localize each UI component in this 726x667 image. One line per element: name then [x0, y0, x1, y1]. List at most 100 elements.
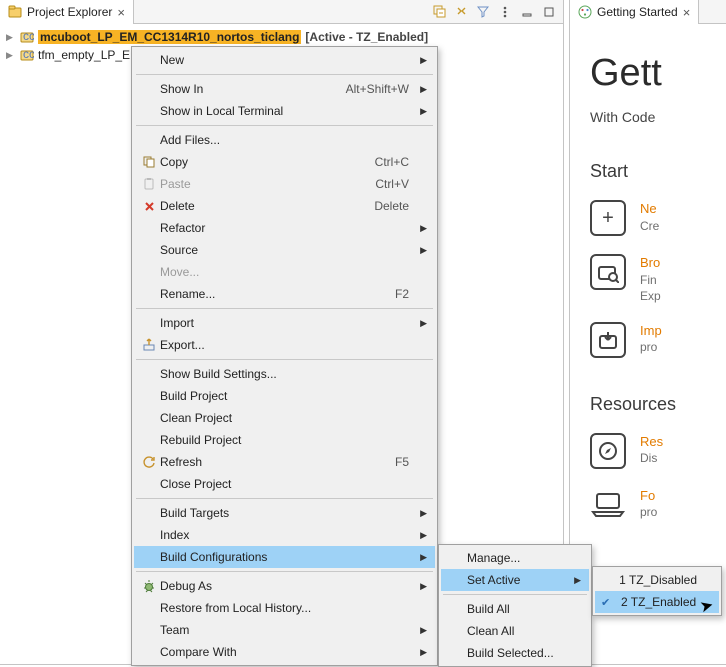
- menu-separator: [136, 74, 433, 75]
- menu-item-2-tz-enabled[interactable]: 2 TZ_Enabled: [595, 591, 719, 613]
- ccs-project-icon: ccs: [20, 48, 34, 62]
- menu-item-label: Move...: [160, 265, 413, 279]
- project-explorer-tab[interactable]: Project Explorer ×: [0, 0, 134, 24]
- explorer-tabbar: Project Explorer ×: [0, 0, 563, 24]
- menu-item-restore-from-local-history[interactable]: Restore from Local History...: [134, 597, 435, 619]
- menu-item-close-project[interactable]: Close Project: [134, 473, 435, 495]
- chevron-right-icon[interactable]: ▶: [6, 32, 16, 43]
- delete-icon: [138, 200, 160, 213]
- browse-icon: [590, 254, 626, 290]
- gs-tabbar: Getting Started ×: [570, 0, 726, 24]
- submenu-arrow-icon: ▶: [420, 552, 427, 563]
- close-icon[interactable]: ×: [683, 5, 691, 20]
- submenu-arrow-icon: ▶: [420, 508, 427, 519]
- menu-item-label: Compare With: [160, 645, 413, 659]
- menu-item-label: Close Project: [160, 477, 413, 491]
- debug-icon: [138, 579, 160, 593]
- menu-item-set-active[interactable]: Set Active▶: [441, 569, 589, 591]
- menu-item-rebuild-project[interactable]: Rebuild Project: [134, 429, 435, 451]
- menu-item-build-selected[interactable]: Build Selected...: [441, 642, 589, 664]
- menu-item-accelerator: Ctrl+C: [375, 155, 413, 169]
- menu-item-label: Index: [160, 528, 413, 542]
- menu-separator: [136, 571, 433, 572]
- menu-item-export[interactable]: Export...: [134, 334, 435, 356]
- resource-item-explorer[interactable]: Res Dis: [590, 433, 726, 469]
- menu-item-label: Delete: [160, 199, 374, 213]
- project-label: mcuboot_LP_EM_CC1314R10_nortos_ticlang: [38, 30, 301, 44]
- menu-item-show-in-local-terminal[interactable]: Show in Local Terminal ▶: [134, 100, 435, 122]
- submenu-arrow-icon: ▶: [420, 318, 427, 329]
- submenu-arrow-icon: ▶: [420, 625, 427, 636]
- menu-item-build-project[interactable]: Build Project: [134, 385, 435, 407]
- gs-body: Gett With Code Start + Ne Cre Bro Fin Ex…: [570, 24, 726, 523]
- chevron-right-icon[interactable]: ▶: [6, 50, 16, 61]
- menu-item-refresh[interactable]: RefreshF5: [134, 451, 435, 473]
- start-item-new[interactable]: + Ne Cre: [590, 200, 726, 236]
- menu-item-new[interactable]: New ▶: [134, 49, 435, 71]
- menu-item-import[interactable]: Import▶: [134, 312, 435, 334]
- menu-item-show-build-settings[interactable]: Show Build Settings...: [134, 363, 435, 385]
- menu-item-paste: PasteCtrl+V: [134, 173, 435, 195]
- ccs-project-icon: ccs: [20, 30, 34, 44]
- menu-item-label: Show in Local Terminal: [160, 104, 413, 118]
- project-annotation: [Active - TZ_Enabled]: [305, 30, 428, 44]
- import-icon: [590, 322, 626, 358]
- start-item-import[interactable]: Imp pro: [590, 322, 726, 358]
- menu-item-label: Show In: [160, 82, 346, 96]
- filter-icon[interactable]: [475, 4, 491, 20]
- menu-item-delete[interactable]: DeleteDelete: [134, 195, 435, 217]
- submenu-arrow-icon: ▶: [420, 223, 427, 234]
- menu-item-show-in[interactable]: Show InAlt+Shift+W▶: [134, 78, 435, 100]
- menu-item-label: Build Selected...: [467, 646, 567, 660]
- resource-item-forum[interactable]: Fo pro: [590, 487, 726, 523]
- context-menu: New▶Show InAlt+Shift+W▶Show in Local Ter…: [131, 46, 438, 666]
- menu-item-label: Build Project: [160, 389, 413, 403]
- item-desc: Cre: [640, 218, 659, 234]
- submenu-arrow-icon: ▶: [420, 647, 427, 658]
- export-icon: [138, 338, 160, 352]
- link-editor-icon[interactable]: [453, 4, 469, 20]
- menu-item-copy[interactable]: CopyCtrl+C: [134, 151, 435, 173]
- menu-item-team[interactable]: Team▶: [134, 619, 435, 641]
- menu-item-refactor[interactable]: Refactor▶: [134, 217, 435, 239]
- menu-item-build-targets[interactable]: Build Targets▶: [134, 502, 435, 524]
- getting-started-icon: [578, 5, 592, 19]
- start-item-browse[interactable]: Bro Fin Exp: [590, 254, 726, 304]
- menu-item-1-tz-disabled[interactable]: 1 TZ_Disabled: [595, 569, 719, 591]
- menu-separator: [443, 594, 587, 595]
- item-desc: pro: [640, 339, 662, 355]
- getting-started-tab[interactable]: Getting Started ×: [570, 0, 699, 24]
- menu-item-label: Refresh: [160, 455, 395, 469]
- collapse-all-icon[interactable]: [431, 4, 447, 20]
- menu-item-clean-all[interactable]: Clean All: [441, 620, 589, 642]
- menu-item-label: 2 TZ_Enabled: [621, 595, 697, 609]
- start-heading: Start: [590, 161, 726, 182]
- submenu-arrow-icon: ▶: [420, 106, 427, 117]
- page-subtitle: With Code: [590, 109, 726, 125]
- menu-item-clean-project[interactable]: Clean Project: [134, 407, 435, 429]
- minimize-icon[interactable]: [519, 4, 535, 20]
- menu-item-build-all[interactable]: Build All: [441, 598, 589, 620]
- close-icon[interactable]: ×: [117, 5, 125, 20]
- menu-item-rename[interactable]: Rename...F2: [134, 283, 435, 305]
- menu-item-label: Rebuild Project: [160, 433, 413, 447]
- menu-item-label: New: [160, 53, 413, 67]
- menu-separator: [136, 125, 433, 126]
- menu-item-manage[interactable]: Manage...: [441, 547, 589, 569]
- resources-heading: Resources: [590, 394, 726, 415]
- menu-item-source[interactable]: Source▶: [134, 239, 435, 261]
- menu-item-build-configurations[interactable]: Build Configurations▶: [134, 546, 435, 568]
- project-row-active[interactable]: ▶ ccs mcuboot_LP_EM_CC1314R10_nortos_tic…: [6, 28, 557, 46]
- submenu-arrow-icon: ▶: [420, 55, 427, 66]
- refresh-icon: [138, 455, 160, 469]
- menu-item-add-files[interactable]: Add Files...: [134, 129, 435, 151]
- menu-item-index[interactable]: Index▶: [134, 524, 435, 546]
- new-project-icon: +: [590, 200, 626, 236]
- menu-item-compare-with[interactable]: Compare With ▶: [134, 641, 435, 663]
- view-menu-icon[interactable]: [497, 4, 513, 20]
- item-title: Res: [640, 433, 663, 451]
- maximize-icon[interactable]: [541, 4, 557, 20]
- menu-separator: [136, 308, 433, 309]
- menu-item-debug-as[interactable]: Debug As▶: [134, 575, 435, 597]
- menu-item-label: Build All: [467, 602, 567, 616]
